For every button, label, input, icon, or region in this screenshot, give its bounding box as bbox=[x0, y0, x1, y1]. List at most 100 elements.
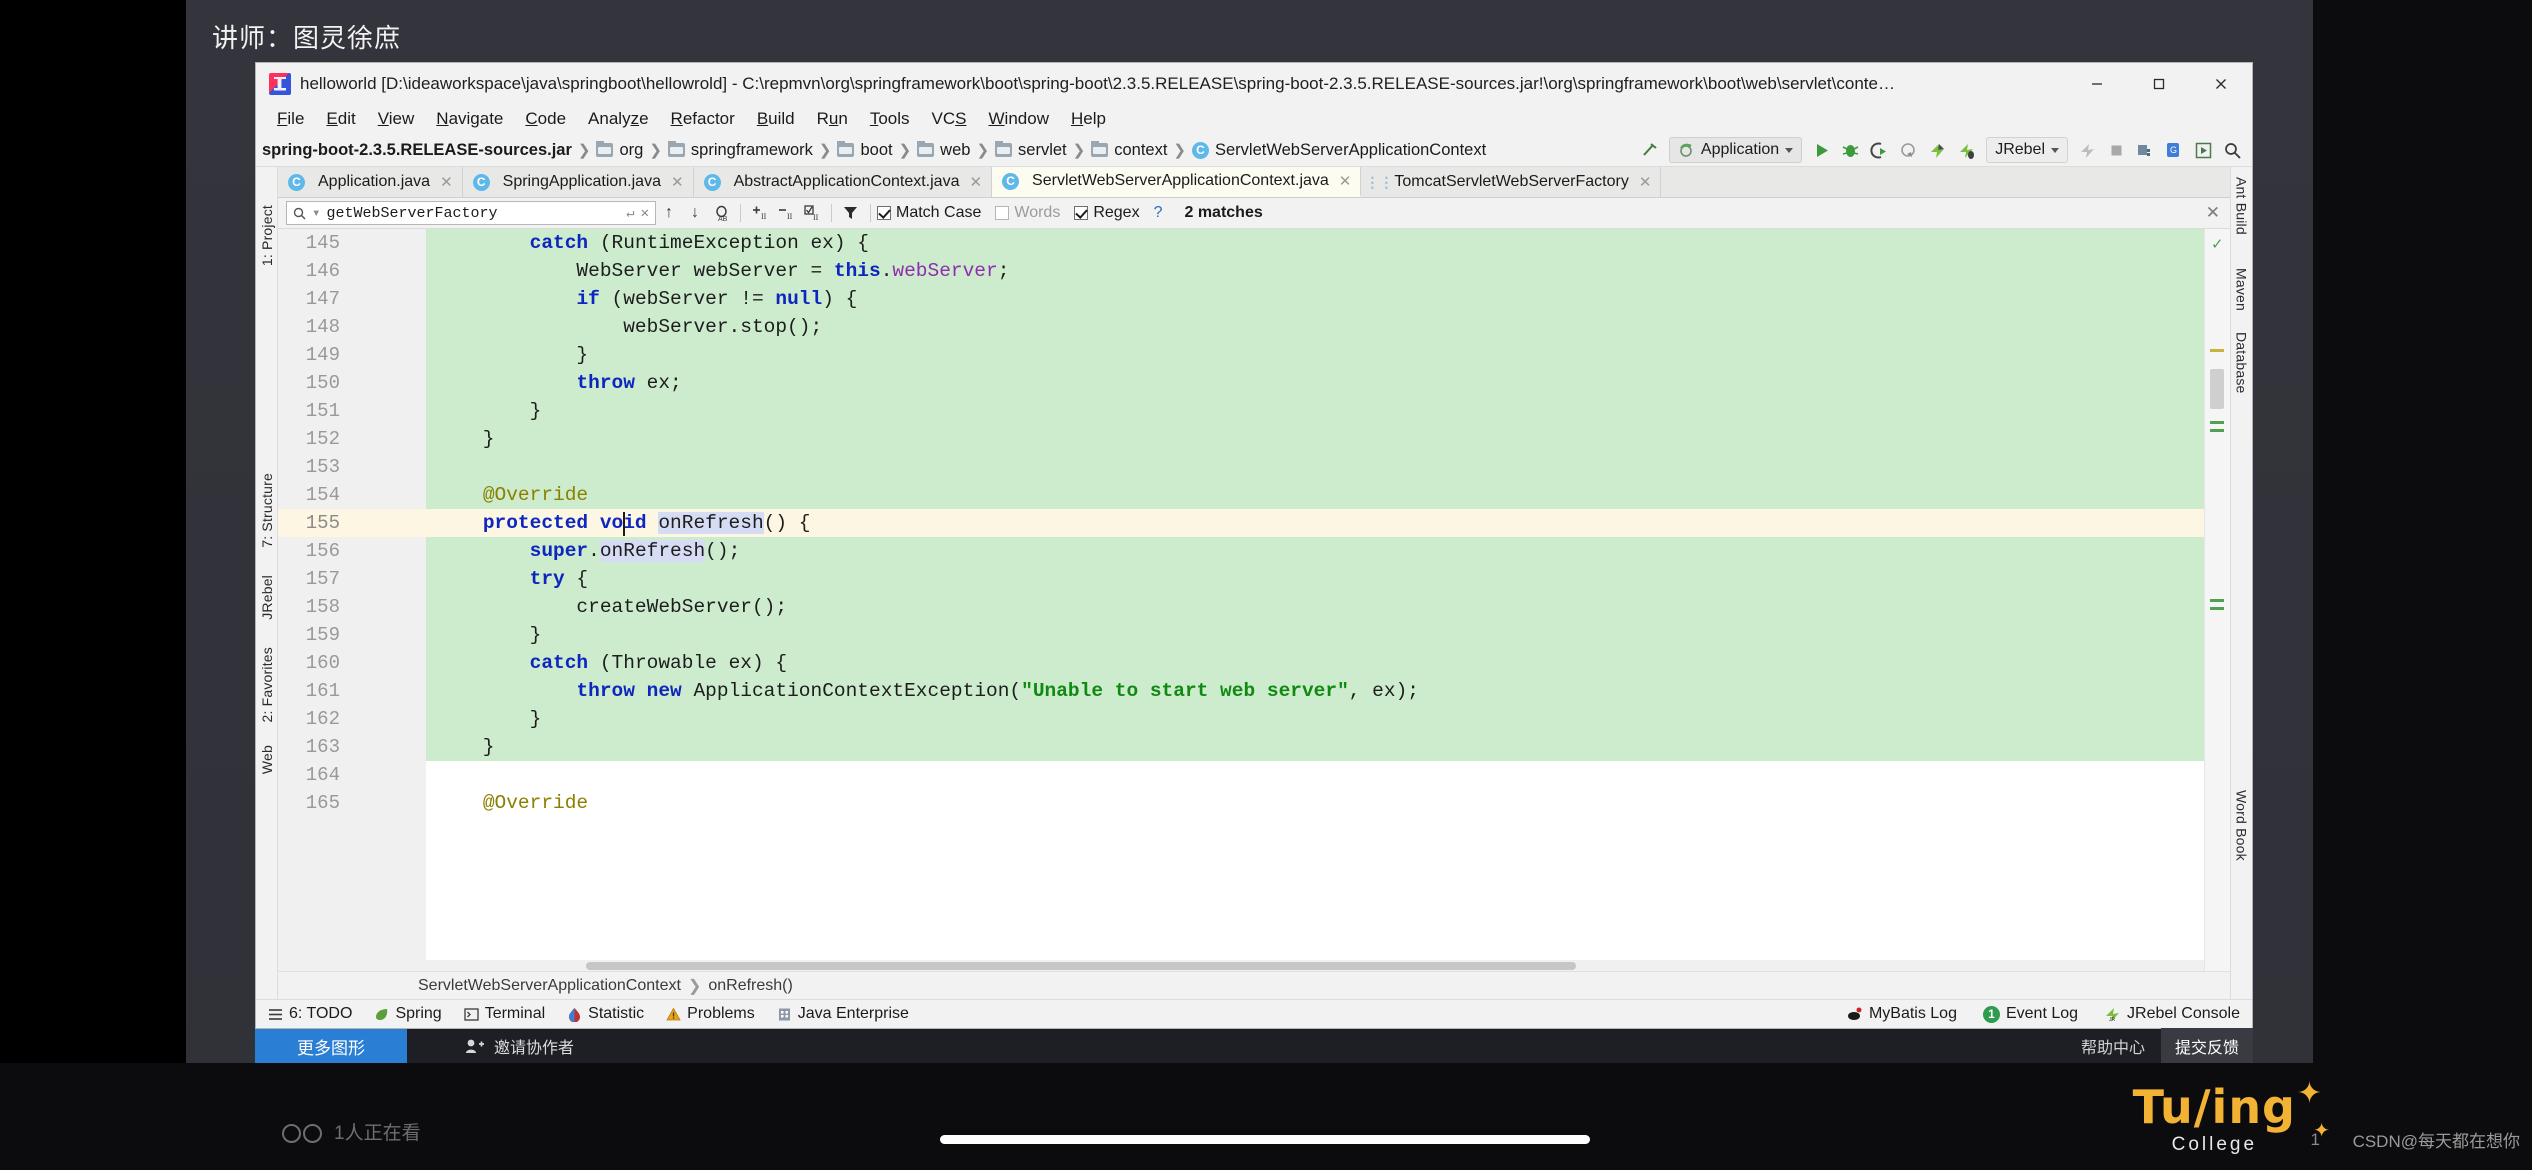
more-shapes-button[interactable]: 更多图形 bbox=[255, 1029, 407, 1063]
prev-match-icon[interactable]: ↑ bbox=[656, 201, 682, 226]
select-all-icon[interactable]: II bbox=[799, 201, 825, 226]
add-selection-icon[interactable]: II bbox=[747, 201, 773, 226]
menu-code[interactable]: Code bbox=[514, 106, 577, 132]
help-center-link[interactable]: 帮助中心 bbox=[2065, 1034, 2161, 1058]
run-coverage-icon[interactable] bbox=[1866, 137, 1893, 163]
build-hammer-icon[interactable] bbox=[1636, 137, 1663, 163]
sidebar-item-database[interactable]: Database bbox=[2234, 332, 2250, 394]
close-icon[interactable]: ✕ bbox=[440, 173, 453, 191]
marker-ok[interactable] bbox=[2210, 607, 2224, 610]
marker-ok[interactable] bbox=[2210, 599, 2224, 602]
breadcrumb-item-boot[interactable]: boot bbox=[837, 140, 893, 160]
sidebar-item-maven[interactable]: Maven bbox=[2234, 268, 2250, 311]
run-configuration-selector[interactable]: Application bbox=[1668, 137, 1803, 163]
status-java-enterprise[interactable]: Java Enterprise bbox=[777, 1005, 909, 1023]
status-problems[interactable]: Problems bbox=[666, 1005, 755, 1023]
progress-bar-track[interactable] bbox=[940, 1135, 1590, 1144]
breadcrumb-item-class[interactable]: C ServletWebServerApplicationContext bbox=[1192, 141, 1486, 160]
match-case-checkbox[interactable]: Match Case bbox=[877, 204, 981, 222]
editor-breadcrumb-method[interactable]: onRefresh() bbox=[708, 977, 792, 995]
code-text-area[interactable]: catch (RuntimeException ex) { WebServer … bbox=[426, 229, 2204, 971]
tab-servletwebserverapplicationcontext-java[interactable]: C ServletWebServerApplicationContext.jav… bbox=[992, 167, 1362, 197]
window-titlebar[interactable]: helloworld [D:\ideaworkspace\java\spring… bbox=[256, 63, 2252, 104]
editor-breadcrumb-class[interactable]: ServletWebServerApplicationContext bbox=[418, 977, 681, 995]
status-mybatis-log[interactable]: MyBatis Log bbox=[1847, 1005, 1957, 1023]
status-terminal[interactable]: Terminal bbox=[464, 1005, 545, 1023]
sidebar-item-structure[interactable]: 7: Structure bbox=[259, 473, 275, 548]
project-structure-icon[interactable] bbox=[2132, 137, 2159, 163]
menu-help[interactable]: Help bbox=[1060, 106, 1117, 132]
enter-icon[interactable]: ↵ bbox=[626, 205, 634, 222]
tab-abstractapplicationcontext-java[interactable]: C AbstractApplicationContext.java ✕ bbox=[693, 167, 993, 197]
sidebar-item-web[interactable]: Web bbox=[259, 745, 275, 774]
sidebar-item-favorites[interactable]: 2: Favorites bbox=[259, 647, 275, 723]
menu-file[interactable]: File bbox=[266, 106, 315, 132]
invite-collaborator-button[interactable]: 邀请协作者 bbox=[465, 1034, 574, 1058]
remove-selection-icon[interactable]: II bbox=[773, 201, 799, 226]
breadcrumb-item-jar[interactable]: spring-boot-2.3.5.RELEASE-sources.jar bbox=[262, 141, 572, 160]
stop-icon[interactable] bbox=[2103, 137, 2130, 163]
menu-build[interactable]: Build bbox=[746, 106, 806, 132]
menu-view[interactable]: View bbox=[367, 106, 426, 132]
close-icon[interactable]: ✕ bbox=[969, 173, 982, 191]
vertical-scrollbar-thumb[interactable] bbox=[2210, 369, 2224, 409]
clear-icon[interactable]: ✕ bbox=[641, 205, 649, 222]
marker-ok[interactable] bbox=[2210, 429, 2224, 432]
help-icon[interactable]: ? bbox=[1154, 204, 1163, 222]
close-icon[interactable]: ✕ bbox=[1639, 173, 1652, 191]
maximize-icon[interactable] bbox=[2128, 63, 2190, 104]
sidebar-item-word-book[interactable]: Word Book bbox=[2234, 790, 2250, 861]
tab-application-java[interactable]: C Application.java ✕ bbox=[278, 167, 463, 197]
select-all-occurrences-icon[interactable]: AB bbox=[708, 201, 734, 226]
marker-warning[interactable] bbox=[2210, 349, 2224, 352]
sidebar-item-ant-build[interactable]: Ant Build bbox=[2234, 177, 2250, 235]
menu-vcs[interactable]: VCS bbox=[921, 106, 978, 132]
search-history-caret[interactable]: ▾ bbox=[312, 205, 320, 222]
regex-checkbox[interactable]: Regex bbox=[1074, 204, 1140, 222]
feedback-button[interactable]: 提交反馈 bbox=[2160, 1028, 2253, 1064]
status-spring[interactable]: Spring bbox=[374, 1005, 442, 1023]
debug-icon[interactable] bbox=[1837, 137, 1864, 163]
menu-refactor[interactable]: Refactor bbox=[660, 106, 746, 132]
words-checkbox[interactable]: Words bbox=[995, 204, 1060, 222]
ide-icon[interactable] bbox=[2190, 137, 2217, 163]
profiler-icon[interactable] bbox=[1895, 137, 1922, 163]
run-icon[interactable] bbox=[1808, 137, 1835, 163]
status-jrebel-console[interactable]: JR JRebel Console bbox=[2104, 1005, 2240, 1023]
breadcrumb-item-context[interactable]: context bbox=[1091, 140, 1167, 160]
menu-tools[interactable]: Tools bbox=[859, 106, 921, 132]
close-icon[interactable]: ✕ bbox=[1339, 172, 1352, 190]
jrebel-debug-icon[interactable] bbox=[1953, 137, 1980, 163]
search-everywhere-icon[interactable] bbox=[2219, 137, 2246, 163]
minimize-icon[interactable] bbox=[2066, 63, 2128, 104]
filter-icon[interactable] bbox=[838, 201, 864, 226]
status-todo[interactable]: 6: TODO bbox=[268, 1005, 352, 1023]
tab-springapplication-java[interactable]: C SpringApplication.java ✕ bbox=[462, 167, 694, 197]
editor-marker-bar[interactable]: ✓ bbox=[2204, 229, 2230, 971]
sidebar-item-project[interactable]: 1: Project bbox=[259, 205, 275, 266]
close-icon[interactable]: ✕ bbox=[671, 173, 684, 191]
horizontal-scrollbar[interactable] bbox=[426, 960, 2204, 971]
search-input[interactable]: ▾ getWebServerFactory ↵ ✕ bbox=[286, 201, 656, 225]
breadcrumb-item-springframework[interactable]: springframework bbox=[667, 140, 813, 160]
menu-navigate[interactable]: Navigate bbox=[425, 106, 514, 132]
menu-run[interactable]: Run bbox=[806, 106, 859, 132]
sidebar-item-jrebel[interactable]: JRebel bbox=[259, 575, 275, 620]
close-icon[interactable] bbox=[2190, 63, 2252, 104]
marker-ok[interactable] bbox=[2210, 421, 2224, 424]
menu-edit[interactable]: Edit bbox=[315, 106, 366, 132]
tab-tomcatservletwebserverfactory[interactable]: ⋮⋮ TomcatServletWebServerFactory ✕ bbox=[1361, 167, 1662, 197]
breadcrumb-item-org[interactable]: org bbox=[596, 140, 643, 160]
breadcrumb-item-web[interactable]: web bbox=[917, 140, 970, 160]
translate-icon[interactable]: G bbox=[2161, 137, 2188, 163]
scrollbar-thumb[interactable] bbox=[586, 962, 1576, 970]
jrebel-selector[interactable]: JRebel bbox=[1986, 137, 2068, 163]
breadcrumb-item-servlet[interactable]: servlet bbox=[995, 140, 1067, 160]
next-match-icon[interactable]: ↓ bbox=[682, 201, 708, 226]
code-editor[interactable]: 145 146 147 148 149 150 151 152 153 154 … bbox=[278, 229, 2230, 971]
status-statistic[interactable]: Statistic bbox=[567, 1005, 644, 1023]
status-event-log[interactable]: 1 Event Log bbox=[1982, 1005, 2078, 1023]
jrebel-run-icon[interactable] bbox=[1924, 137, 1951, 163]
jrebel-disabled-icon[interactable] bbox=[2074, 137, 2101, 163]
menu-analyze[interactable]: Analyze bbox=[577, 106, 660, 132]
